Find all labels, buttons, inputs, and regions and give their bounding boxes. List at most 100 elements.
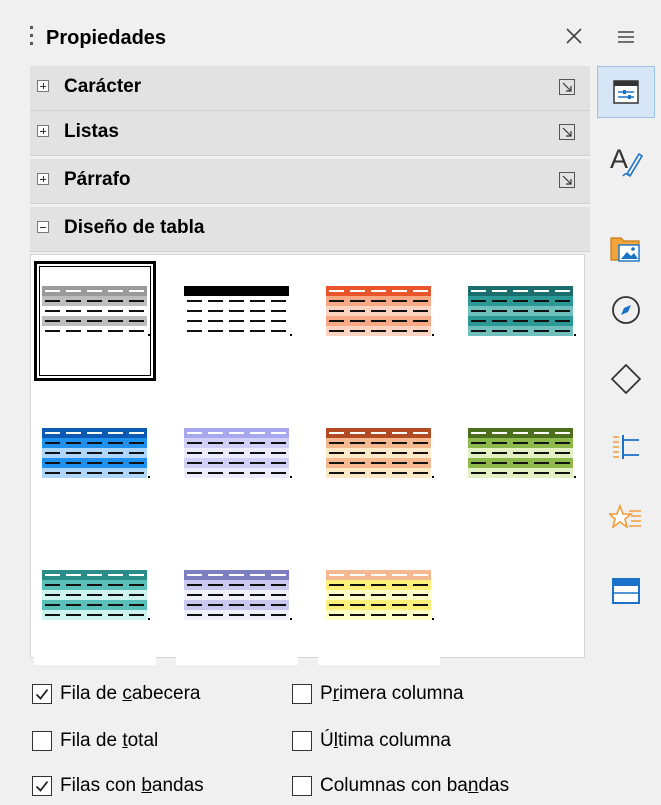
tab-gallery[interactable]	[597, 222, 655, 274]
preview-cell-text	[350, 604, 365, 606]
preview-cell-text	[129, 594, 144, 596]
preview-cell-text	[208, 330, 223, 332]
table-style-default[interactable]	[34, 261, 156, 381]
checkbox[interactable]	[32, 731, 52, 751]
section-caracter[interactable]: Carácter	[30, 66, 590, 111]
preview-cell-text	[371, 472, 386, 474]
table-style-brown[interactable]	[318, 403, 440, 523]
preview-cell-text	[513, 472, 528, 474]
grip-icon[interactable]	[30, 26, 33, 48]
preview-cell-text	[108, 442, 123, 444]
preview-cell-text	[187, 290, 202, 292]
checkbox[interactable]	[32, 776, 52, 796]
preview-cell-text	[492, 462, 507, 464]
preview-corner-mark	[574, 334, 576, 336]
preview-cell-text	[187, 442, 202, 444]
expand-icon[interactable]	[37, 125, 49, 137]
option-filas-bandas[interactable]: Filas con bandas	[32, 771, 204, 801]
table-style-preview	[184, 428, 292, 478]
checkbox[interactable]	[292, 776, 312, 796]
preview-cell-text	[129, 432, 144, 434]
preview-cell-text	[250, 310, 265, 312]
preview-cell-text	[392, 432, 407, 434]
preview-cell-text	[492, 432, 507, 434]
preview-cell-text	[350, 432, 365, 434]
preview-cell-text	[471, 432, 486, 434]
preview-cell-text	[129, 300, 144, 302]
section-listas[interactable]: Listas	[30, 111, 590, 156]
preview-cell-text	[471, 290, 486, 292]
tab-shapes[interactable]	[597, 353, 655, 405]
table-style-black[interactable]	[176, 261, 298, 381]
tab-style-inspector[interactable]	[597, 493, 655, 545]
expand-icon[interactable]	[37, 80, 49, 92]
preview-cell-text	[87, 300, 102, 302]
preview-cell-text	[87, 310, 102, 312]
collapse-icon[interactable]	[37, 221, 49, 233]
preview-cell-text	[392, 300, 407, 302]
preview-cell-text	[392, 472, 407, 474]
preview-cell-text	[513, 462, 528, 464]
option-columnas-bandas[interactable]: Columnas con bandas	[292, 771, 509, 801]
preview-cell-text	[66, 594, 81, 596]
more-options-icon[interactable]	[557, 122, 577, 142]
close-button[interactable]	[558, 20, 590, 52]
preview-cell-text	[45, 462, 60, 464]
preview-cell-text	[371, 432, 386, 434]
preview-cell-text	[187, 574, 202, 576]
preview-corner-mark	[290, 618, 292, 620]
table-style-preview	[42, 286, 150, 336]
section-parrafo[interactable]: Párrafo	[30, 159, 590, 204]
preview-cell-text	[108, 452, 123, 454]
preview-cell-text	[229, 330, 244, 332]
table-style-lavender[interactable]	[176, 403, 298, 523]
tab-page[interactable]	[597, 420, 655, 472]
preview-cell-text	[108, 614, 123, 616]
table-style-yellow[interactable]	[318, 545, 440, 665]
option-fila-total[interactable]: Fila de total	[32, 726, 158, 756]
table-style-slate[interactable]	[176, 545, 298, 665]
section-diseno-tabla[interactable]: Diseño de tabla	[30, 207, 590, 252]
option-ultima-columna[interactable]: Última columna	[292, 726, 451, 756]
preview-cell-text	[329, 594, 344, 596]
table-style-teal[interactable]	[460, 261, 582, 381]
preview-cell-text	[350, 320, 365, 322]
option-fila-cabecera[interactable]: Fila de cabecera	[32, 679, 200, 709]
preview-cell-text	[413, 472, 428, 474]
preview-cell-text	[108, 300, 123, 302]
more-options-icon[interactable]	[557, 170, 577, 190]
tab-properties[interactable]	[597, 66, 655, 118]
table-style-preview	[42, 428, 150, 478]
table-style-orange[interactable]	[318, 261, 440, 381]
preview-cell-text	[534, 290, 549, 292]
preview-cell-text	[45, 614, 60, 616]
tab-manage-changes[interactable]	[597, 565, 655, 617]
preview-cell-text	[471, 462, 486, 464]
checkbox[interactable]	[32, 684, 52, 704]
preview-cell-text	[45, 432, 60, 434]
preview-cell-text	[271, 452, 286, 454]
preview-cell-text	[87, 330, 102, 332]
preview-cell-text	[492, 300, 507, 302]
table-style-aqua[interactable]	[34, 545, 156, 665]
preview-cell-text	[66, 320, 81, 322]
preview-cell-text	[129, 472, 144, 474]
preview-cell-text	[492, 472, 507, 474]
sidebar-menu-button[interactable]	[597, 14, 655, 60]
preview-cell-text	[534, 300, 549, 302]
expand-icon[interactable]	[37, 173, 49, 185]
tab-styles[interactable]: A	[597, 136, 655, 188]
preview-cell-text	[329, 462, 344, 464]
table-style-blue[interactable]	[34, 403, 156, 523]
preview-cell-text	[45, 300, 60, 302]
checkbox[interactable]	[292, 731, 312, 751]
tab-navigator[interactable]	[597, 284, 655, 336]
preview-cell-text	[187, 462, 202, 464]
table-style-green[interactable]	[460, 403, 582, 523]
preview-corner-mark	[432, 618, 434, 620]
checkbox[interactable]	[292, 684, 312, 704]
preview-cell-text	[87, 462, 102, 464]
preview-cell-text	[392, 604, 407, 606]
option-primera-columna[interactable]: Primera columna	[292, 679, 464, 709]
more-options-icon[interactable]	[557, 77, 577, 97]
